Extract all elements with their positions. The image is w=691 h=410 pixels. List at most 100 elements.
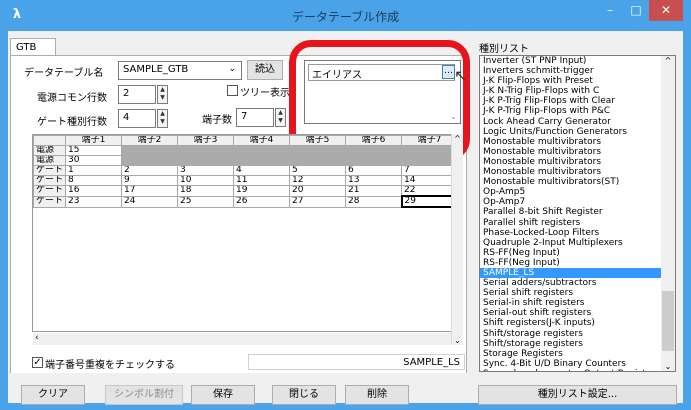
pin-cell[interactable]: 21: [345, 185, 403, 197]
check-duplicate-checkbox[interactable]: ✓: [32, 357, 43, 368]
gate-kinds-stepper[interactable]: ▲ ▼: [157, 109, 168, 128]
column-header[interactable]: 端子2: [121, 135, 179, 146]
empty-cell[interactable]: [233, 145, 291, 156]
list-item[interactable]: RS-FF(Neg Input): [480, 248, 675, 258]
pin-cell[interactable]: 15: [65, 145, 123, 156]
list-item[interactable]: Serial-out shift registers: [480, 308, 675, 318]
list-item[interactable]: Monostable multivibrators: [480, 157, 675, 167]
pin-cell[interactable]: 29: [400, 195, 459, 208]
pin-grid[interactable]: 端子1 端子2 端子3 端子4 端子5 端子6 端子7 電源 15 電源 30 ゲート 1 2 3 4 5 6 7…: [32, 134, 463, 332]
list-item[interactable]: Quadruple 2-Input Multiplexers: [480, 238, 675, 248]
pin-cell[interactable]: 25: [177, 195, 235, 208]
list-item[interactable]: Serial adders/subtractors: [480, 278, 675, 288]
list-item[interactable]: Sync. 4-Bit U/D Binary Counters: [480, 359, 675, 369]
close-button[interactable]: 閉じる: [272, 385, 336, 405]
list-item[interactable]: Storage Registers: [480, 349, 675, 359]
pin-cell[interactable]: 24: [121, 195, 179, 208]
grid-vertical-scrollbar[interactable]: ^ ⌄: [451, 134, 463, 345]
column-header[interactable]: 端子6: [345, 135, 403, 146]
pin-cell[interactable]: 27: [289, 195, 347, 208]
pin-cell[interactable]: 18: [177, 185, 235, 197]
pin-cell[interactable]: 14: [401, 175, 459, 186]
pin-cell[interactable]: 20: [289, 185, 347, 197]
pin-cell[interactable]: 23: [65, 195, 123, 208]
list-item[interactable]: Op-Amp7: [480, 197, 675, 207]
save-button[interactable]: 保存: [191, 385, 255, 405]
pin-cell[interactable]: 8: [65, 175, 123, 186]
tree-view-checkbox[interactable]: [227, 85, 238, 96]
list-item[interactable]: J-K P-Trig Flip-Flops with P&C: [480, 106, 675, 116]
table-name-combobox[interactable]: SAMPLE_GTB ⌄: [118, 61, 242, 80]
kind-list[interactable]: Inverter (ST PNP Input) Inverters schmitt…: [479, 55, 676, 372]
spin-up-icon[interactable]: ▲: [276, 109, 285, 117]
empty-cell[interactable]: [121, 145, 179, 156]
tab-gtb[interactable]: GTB: [10, 38, 56, 56]
pin-cell[interactable]: 10: [177, 175, 235, 186]
clear-button[interactable]: クリア: [21, 385, 85, 405]
pin-cell[interactable]: 9: [121, 175, 179, 186]
pin-cell[interactable]: 1: [65, 165, 123, 176]
list-item[interactable]: Monostable multivibrators(ST): [480, 177, 675, 187]
empty-cell[interactable]: [289, 145, 347, 156]
minimize-button[interactable]: –: [597, 0, 623, 21]
pin-cell[interactable]: 4: [233, 165, 291, 176]
scroll-left-icon[interactable]: ‹: [35, 333, 39, 343]
column-header[interactable]: 端子4: [233, 135, 291, 146]
pin-cell[interactable]: 13: [345, 175, 403, 186]
column-header[interactable]: 端子3: [177, 135, 235, 146]
power-rows-stepper[interactable]: ▲ ▼: [157, 85, 168, 104]
scroll-up-icon[interactable]: ^: [452, 134, 463, 143]
maximize-button[interactable]: □: [623, 0, 649, 21]
close-window-button[interactable]: ✕: [649, 0, 683, 21]
list-item[interactable]: Serial shift registers: [480, 288, 675, 298]
empty-cell[interactable]: [345, 155, 403, 166]
column-header[interactable]: 端子5: [289, 135, 347, 146]
gate-kinds-input[interactable]: 4: [118, 109, 156, 128]
empty-cell[interactable]: [233, 155, 291, 166]
list-item[interactable]: Sync. decade counter Output Registers: [480, 369, 675, 371]
list-item[interactable]: Inverter (ST PNP Input): [480, 56, 675, 66]
pin-count-stepper[interactable]: ▲ ▼: [275, 108, 286, 127]
spin-down-icon[interactable]: ▼: [158, 94, 167, 102]
scroll-down-icon[interactable]: ⌄: [452, 336, 463, 345]
pin-cell[interactable]: 5: [289, 165, 347, 176]
pin-cell[interactable]: 30: [65, 155, 123, 166]
empty-cell[interactable]: [177, 145, 235, 156]
pin-cell[interactable]: 12: [289, 175, 347, 186]
empty-cell[interactable]: [345, 145, 403, 156]
pin-cell[interactable]: 6: [345, 165, 403, 176]
spin-down-icon[interactable]: ▼: [158, 118, 167, 126]
pin-cell[interactable]: 2: [121, 165, 179, 176]
empty-cell[interactable]: [121, 155, 179, 166]
list-item[interactable]: Monostable multivibrators: [480, 137, 675, 147]
list-item[interactable]: Parallel shift registers: [480, 218, 675, 228]
list-item[interactable]: Lock Ahead Carry Generator: [480, 117, 675, 127]
list-item[interactable]: Shift/storage registers: [480, 329, 675, 339]
list-item[interactable]: Shift/storage registers: [480, 339, 675, 349]
list-item[interactable]: Inverters schmitt-trigger: [480, 66, 675, 76]
pin-cell[interactable]: 16: [65, 185, 123, 197]
list-item[interactable]: J-K Flip-Flops with Preset: [480, 76, 675, 86]
grid-horizontal-scrollbar[interactable]: ‹: [33, 333, 451, 345]
delete-button[interactable]: 削除: [345, 385, 409, 405]
kind-list-settings-button[interactable]: 種別リスト設定...: [478, 385, 677, 405]
pin-count-input[interactable]: 7: [236, 108, 274, 127]
symbol-assign-button[interactable]: シンボル割付: [105, 385, 183, 405]
chevron-down-icon[interactable]: ⌄: [228, 64, 236, 74]
list-item[interactable]: Monostable multivibrators: [480, 167, 675, 177]
list-item[interactable]: Parallel 8-bit Shift Register: [480, 207, 675, 217]
pin-cell[interactable]: 28: [345, 195, 403, 208]
pin-cell[interactable]: 19: [233, 185, 291, 197]
empty-cell[interactable]: [401, 155, 459, 166]
empty-cell[interactable]: [401, 145, 459, 156]
empty-cell[interactable]: [289, 155, 347, 166]
list-item[interactable]: J-K P-Trig Flip-Flops with Clear: [480, 96, 675, 106]
read-button[interactable]: 読込: [247, 60, 283, 80]
spin-up-icon[interactable]: ▲: [158, 86, 167, 94]
spin-down-icon[interactable]: ▼: [276, 117, 285, 125]
pin-cell[interactable]: 26: [233, 195, 291, 208]
power-rows-input[interactable]: 2: [118, 85, 156, 104]
column-header[interactable]: 端子7: [401, 135, 459, 146]
list-item[interactable]: Serial-in shift registers: [480, 298, 675, 308]
list-item[interactable]: Shift registers(J-K inputs): [480, 318, 675, 328]
